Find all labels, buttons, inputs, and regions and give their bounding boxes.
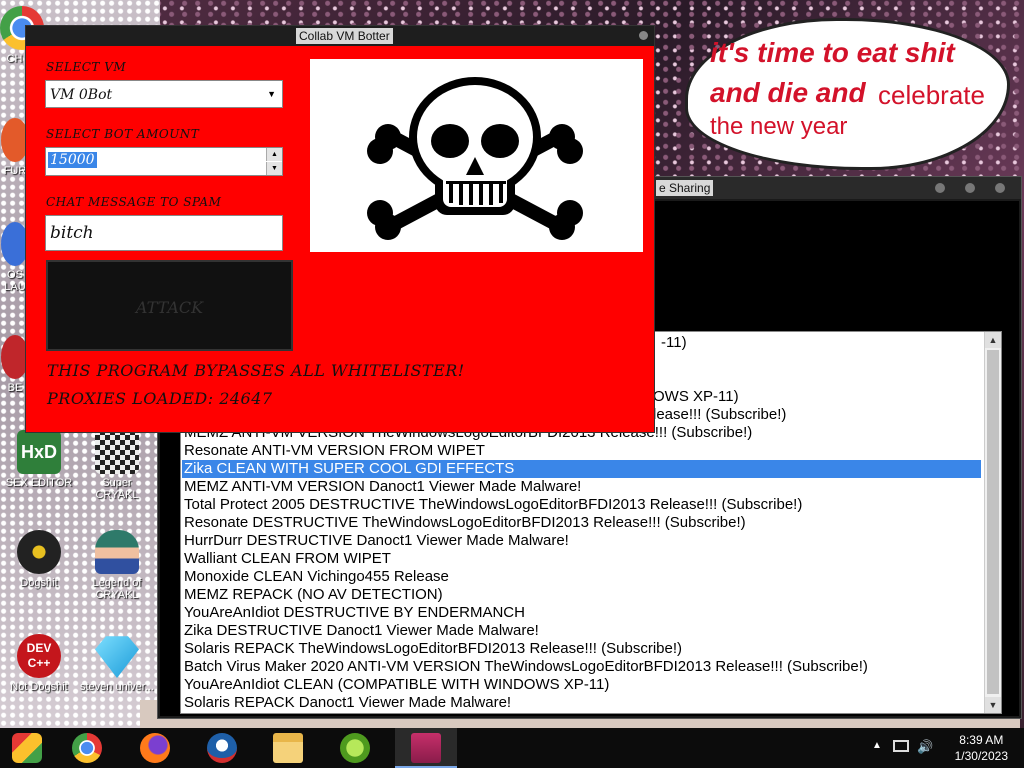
list-item[interactable]: YouAreAnIdiot DESTRUCTIVE BY ENDERMANCH [184, 604, 525, 622]
show-hidden-icons[interactable]: ▲ [872, 740, 882, 751]
clock-date: 1/30/2023 [954, 749, 1008, 763]
firefox-icon[interactable] [140, 733, 170, 763]
attack-button-label: ATTACK [135, 298, 204, 317]
bubble-line-1: it's time to eat shit [710, 37, 955, 68]
vm-select-value: VM 0Bot [50, 87, 113, 103]
desktop-icon-label: Not Dogshit [10, 681, 68, 693]
list-item[interactable]: Resonate DESTRUCTIVE TheWindowsLogoEdito… [184, 514, 746, 532]
list-scrollbar[interactable]: ▲ ▼ [984, 332, 1001, 713]
bubble-line-3: the new year [710, 113, 848, 140]
diamond-icon [95, 636, 139, 678]
stepper-up-icon[interactable]: ▲ [266, 148, 282, 161]
desktop-icon-label: SEX EDITOR [5, 477, 73, 489]
file-explorer-icon[interactable] [273, 733, 303, 763]
desktop-icon-steven-universe[interactable]: steven univer... [80, 634, 154, 693]
list-item[interactable]: Solaris REPACK Danoct1 Viewer Made Malwa… [184, 694, 511, 712]
character-icon [95, 530, 139, 574]
minimize-button[interactable] [935, 183, 945, 193]
list-item[interactable]: OWS XP-11) [653, 388, 739, 406]
desktop-icon-label: Legend of CRYAKL [92, 577, 142, 601]
list-item[interactable]: Resonate ANTI-VM VERSION FROM WIPET [184, 442, 485, 460]
chat-message-input[interactable]: bitch [45, 215, 283, 251]
skull-image [310, 59, 643, 252]
list-item[interactable]: Monoxide CLEAN Vichingo455 Release [184, 568, 449, 586]
list-item[interactable]: Solaris REPACK TheWindowsLogoEditorBFDI2… [184, 640, 682, 658]
taskbar-active-app[interactable] [395, 728, 457, 768]
bubble-line-2-end: celebrate [878, 80, 985, 110]
vm-select[interactable]: VM 0Bot ▼ [45, 80, 283, 108]
disc-icon [17, 530, 61, 574]
list-item[interactable]: HurrDurr DESTRUCTIVE Danoct1 Viewer Made… [184, 532, 569, 550]
network-icon[interactable] [893, 740, 909, 752]
chevron-down-icon: ▼ [267, 89, 276, 99]
desktop-icon-super-cryakl[interactable]: Super CRYAKL [80, 430, 154, 501]
taskbar: ▲ 🔊 8:39 AM 1/30/2023 [0, 728, 1024, 768]
volume-icon[interactable]: 🔊 [917, 739, 933, 755]
select-vm-label: SELECT VM [46, 60, 127, 74]
list-item[interactable]: MEMZ ANTI-VM VERSION Danoct1 Viewer Made… [184, 478, 581, 496]
desktop-icon-sex-editor[interactable]: HxD SEX EDITOR [2, 430, 76, 489]
proxies-loaded: PROXIES LOADED: 24647 [47, 389, 273, 408]
stepper-down-icon[interactable]: ▼ [266, 162, 282, 175]
desktop-icon-label: steven univer... [80, 681, 154, 693]
list-item[interactable]: Walliant CLEAN FROM WIPET [184, 550, 391, 568]
monitor-app-icon [411, 733, 441, 763]
list-item[interactable]: Total Protect 2005 DESTRUCTIVE TheWindow… [184, 496, 802, 514]
scrollbar-thumb[interactable] [987, 350, 999, 694]
chat-message-value: bitch [50, 223, 94, 243]
list-item[interactable]: -11) [661, 334, 687, 352]
list-item[interactable]: Batch Virus Maker 2020 ANTI-VM VERSION T… [184, 658, 868, 676]
bot-amount-label: SELECT BOT AMOUNT [46, 127, 200, 141]
speech-bubble: it's time to eat shit and die and celebr… [685, 18, 1010, 170]
lime-app-icon[interactable] [340, 733, 370, 763]
maximize-button[interactable] [965, 183, 975, 193]
scroll-down-icon[interactable]: ▼ [985, 697, 1001, 713]
dev-cpp-icon: DEV C++ [17, 634, 61, 678]
window-titlebar[interactable]: Collab VM Botter [26, 26, 654, 46]
clock-time: 8:39 AM [959, 733, 1004, 747]
scroll-up-icon[interactable]: ▲ [985, 332, 1001, 348]
skull-crossbones-icon [367, 77, 583, 240]
desktop-icon-legend-cryakl[interactable]: Legend of CRYAKL [80, 530, 154, 601]
list-item[interactable]: YouAreAnIdiot CLEAN (COMPATIBLE WITH WIN… [184, 676, 609, 694]
chat-message-label: CHAT MESSAGE TO SPAM [46, 195, 222, 209]
clock[interactable]: 8:39 AM 1/30/2023 [955, 732, 1008, 764]
attack-button[interactable]: ATTACK [46, 260, 293, 351]
window-title: Collab VM Botter [296, 28, 393, 44]
hex-editor-icon: HxD [17, 430, 61, 474]
bot-amount-value: 15000 [48, 152, 97, 168]
qr-pattern-icon [95, 430, 139, 474]
bubble-line-2: and die and [710, 77, 866, 108]
close-button[interactable] [639, 31, 648, 40]
list-item-selected[interactable]: Zika CLEAN WITH SUPER COOL GDI EFFECTS [182, 460, 981, 478]
list-item[interactable]: MEMZ REPACK (NO AV DETECTION) [184, 586, 443, 604]
desktop-icon-label: Dogshit [20, 577, 58, 589]
bot-amount-stepper[interactable]: 15000 ▲ ▼ [45, 147, 283, 176]
bypass-note: THIS PROGRAM BYPASSES ALL WHITELISTER! [47, 361, 465, 380]
list-item[interactable]: lease!!! (Subscribe!) [653, 406, 786, 424]
desktop-icon-not-dogshit[interactable]: DEV C++ Not Dogshit [2, 634, 76, 693]
chrome-icon[interactable] [72, 733, 102, 763]
desktop-icon-dogshit[interactable]: Dogshit [2, 530, 76, 589]
desktop-icon-label: Super CRYAKL [95, 477, 139, 501]
list-item[interactable]: Zika DESTRUCTIVE Danoct1 Viewer Made Mal… [184, 622, 539, 640]
chrome-remote-icon[interactable] [12, 733, 42, 763]
close-button[interactable] [995, 183, 1005, 193]
window-title: e Sharing [656, 180, 714, 196]
obama-icon[interactable] [207, 733, 237, 763]
collab-vm-botter-window: Collab VM Botter SELECT VM VM 0Bot ▼ SEL… [25, 25, 655, 433]
